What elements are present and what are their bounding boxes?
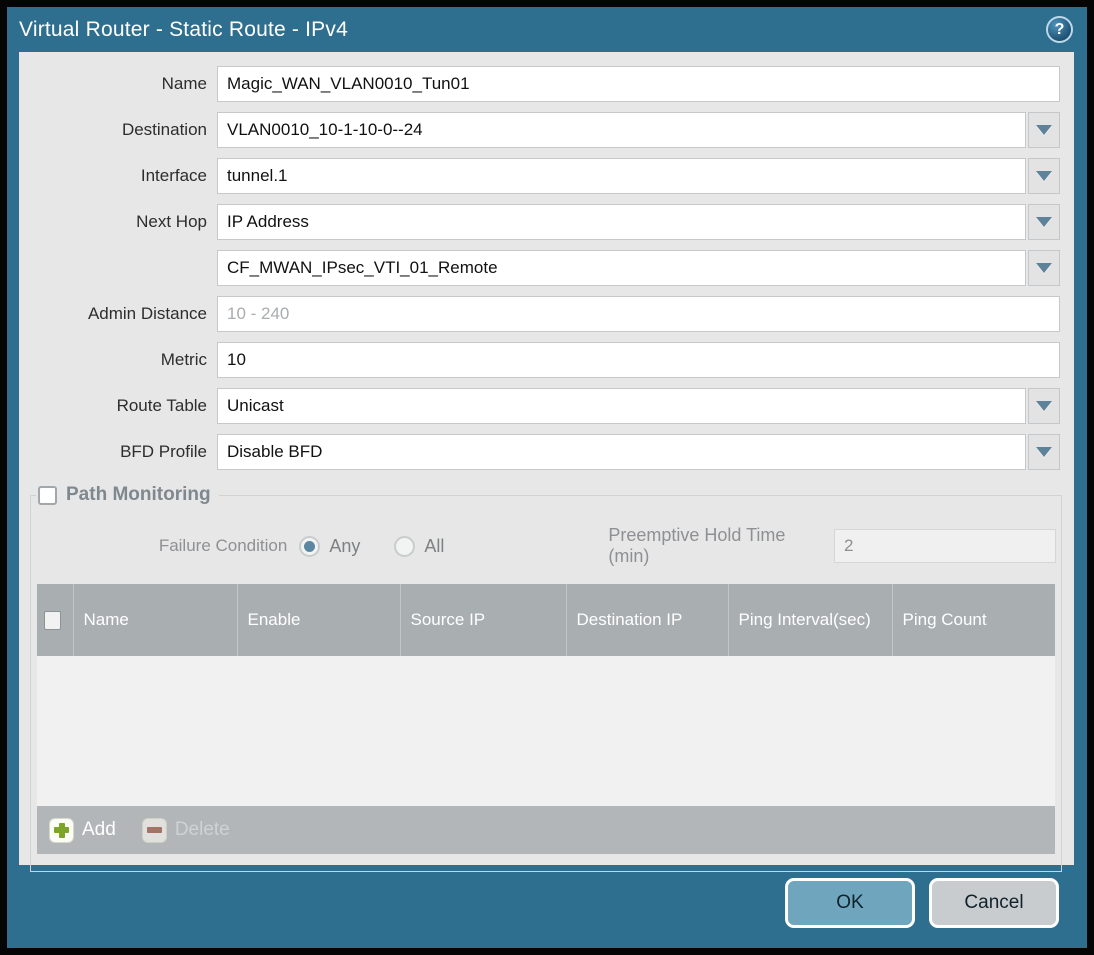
dialog-button-bar: OK Cancel	[785, 878, 1059, 928]
form-row-destination: Destination	[19, 112, 1060, 148]
failure-condition-row: Failure Condition Any All Preemptive Hol…	[36, 525, 1056, 567]
column-header-destination-ip[interactable]: Destination IP	[566, 584, 729, 656]
form-row-route-table: Route Table	[19, 388, 1060, 424]
bfd-profile-label: BFD Profile	[120, 442, 207, 461]
dialog-title: Virtual Router - Static Route - IPv4	[19, 17, 348, 41]
route-table-dropdown-button[interactable]	[1028, 388, 1060, 424]
next-hop-type-dropdown-button[interactable]	[1028, 204, 1060, 240]
cancel-button[interactable]: Cancel	[929, 878, 1059, 928]
dialog-content-panel: Name Destination Interface Next Hop	[19, 52, 1074, 872]
static-route-dialog: Virtual Router - Static Route - IPv4 ? N…	[0, 0, 1094, 955]
destination-input[interactable]	[217, 112, 1026, 148]
radio-any[interactable]	[299, 535, 321, 557]
destination-dropdown-button[interactable]	[1028, 112, 1060, 148]
route-table-label: Route Table	[116, 396, 207, 415]
chevron-down-icon	[1036, 263, 1052, 273]
chevron-down-icon	[1036, 217, 1052, 227]
name-input[interactable]	[217, 66, 1060, 102]
form-row-admin-distance: Admin Distance	[19, 296, 1060, 332]
column-header-source-ip[interactable]: Source IP	[400, 584, 567, 656]
name-label: Name	[161, 74, 207, 93]
admin-distance-label: Admin Distance	[87, 304, 207, 323]
column-header-ping-interval[interactable]: Ping Interval(sec)	[728, 584, 893, 656]
chevron-down-icon	[1036, 125, 1052, 135]
select-all-checkbox[interactable]	[44, 610, 61, 630]
bfd-profile-input[interactable]	[217, 434, 1026, 470]
help-icon[interactable]: ?	[1046, 16, 1073, 43]
form-row-next-hop: Next Hop	[19, 204, 1060, 240]
admin-distance-input[interactable]	[217, 296, 1060, 332]
radio-dot	[304, 540, 316, 552]
table-body-empty	[37, 656, 1055, 806]
ok-button[interactable]: OK	[785, 878, 915, 928]
delete-button-label: Delete	[174, 819, 230, 840]
next-hop-type-input[interactable]	[217, 204, 1026, 240]
route-table-input[interactable]	[217, 388, 1026, 424]
preemptive-hold-time-label: Preemptive Hold Time (min)	[608, 525, 786, 566]
delete-button[interactable]: Delete	[141, 817, 230, 843]
radio-all[interactable]	[394, 535, 416, 557]
interface-input[interactable]	[217, 158, 1026, 194]
dialog-titlebar: Virtual Router - Static Route - IPv4 ?	[7, 7, 1087, 52]
form-row-interface: Interface	[19, 158, 1060, 194]
radio-all-label: All	[424, 535, 445, 556]
path-monitoring-legend: Path Monitoring	[36, 484, 219, 506]
metric-label: Metric	[160, 350, 207, 369]
plus-icon	[49, 817, 74, 843]
column-header-enable[interactable]: Enable	[237, 584, 401, 656]
next-hop-address-dropdown-button[interactable]	[1028, 250, 1060, 286]
form-row-metric: Metric	[19, 342, 1060, 378]
chevron-down-icon	[1036, 447, 1052, 457]
path-monitoring-title: Path Monitoring	[66, 484, 211, 505]
destination-label: Destination	[121, 120, 207, 139]
path-monitoring-section: Path Monitoring Failure Condition Any Al…	[30, 484, 1062, 872]
table-toolbar: Add Delete	[37, 806, 1055, 854]
next-hop-address-input[interactable]	[217, 250, 1026, 286]
radio-dot	[399, 541, 410, 552]
form-row-name: Name	[19, 66, 1060, 102]
form-row-bfd-profile: BFD Profile	[19, 434, 1060, 470]
radio-any-label: Any	[329, 535, 361, 556]
form-row-next-hop-address	[19, 250, 1060, 286]
interface-dropdown-button[interactable]	[1028, 158, 1060, 194]
add-button-label: Add	[82, 819, 116, 840]
chevron-down-icon	[1036, 401, 1052, 411]
failure-condition-label: Failure Condition	[158, 536, 288, 555]
metric-input[interactable]	[217, 342, 1060, 378]
chevron-down-icon	[1036, 171, 1052, 181]
bfd-profile-dropdown-button[interactable]	[1028, 434, 1060, 470]
table-header-row: Name Enable Source IP Destination IP Pin…	[37, 584, 1055, 656]
minus-icon	[141, 817, 167, 843]
column-header-ping-count[interactable]: Ping Count	[892, 584, 1055, 656]
interface-label: Interface	[140, 166, 207, 185]
preemptive-hold-time-input[interactable]	[834, 529, 1056, 563]
next-hop-label: Next Hop	[136, 212, 207, 231]
column-header-name[interactable]: Name	[73, 584, 238, 656]
add-button[interactable]: Add	[49, 817, 116, 843]
path-monitoring-checkbox[interactable]	[38, 485, 57, 505]
path-monitoring-table: Name Enable Source IP Destination IP Pin…	[37, 584, 1055, 854]
